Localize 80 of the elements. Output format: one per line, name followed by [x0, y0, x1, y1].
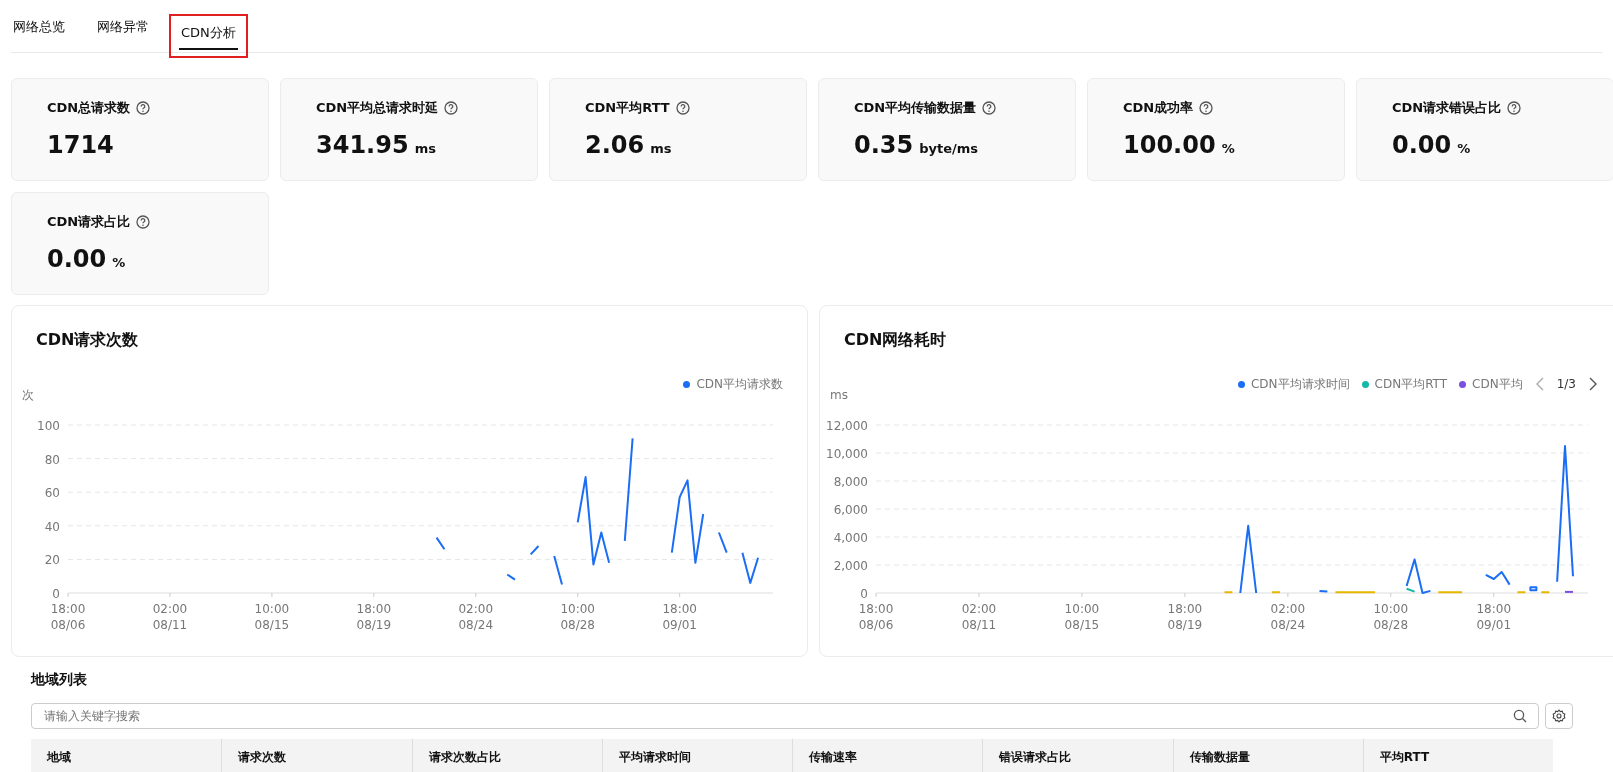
metric-unit: % [112, 255, 126, 270]
metric-label: CDN平均总请求时延 [316, 99, 439, 117]
legend-page: 1/3 [1556, 377, 1576, 391]
x-tick-label: 10:00 08/15 [254, 602, 290, 632]
x-tick-label: 02:00 08/24 [1270, 602, 1306, 632]
metric-value: 1714 [47, 131, 114, 159]
metric-unit: % [1457, 141, 1471, 156]
settings-button[interactable] [1545, 703, 1573, 729]
help-icon[interactable] [982, 101, 997, 115]
legend-item[interactable]: CDN平均RTT [1361, 375, 1448, 393]
metric-value: 0.35 [854, 131, 914, 159]
metric-unit: byte/ms [919, 141, 979, 156]
help-icon[interactable] [675, 101, 690, 115]
y-axis-unit: 次 [22, 388, 34, 402]
y-tick-label: 10,000 [826, 447, 868, 461]
tab[interactable]: 网络总览 [11, 16, 77, 52]
column-header[interactable]: 传输数据量 [1172, 739, 1363, 772]
y-tick-label: 40 [44, 519, 60, 534]
column-header[interactable]: 传输速率 [792, 739, 983, 772]
column-header[interactable]: 错误请求占比 [982, 739, 1173, 772]
metric-value: 0.00 [1392, 131, 1452, 159]
column-header[interactable]: 平均请求时间 [601, 739, 792, 772]
section-title: 地域列表 [31, 671, 88, 689]
help-icon[interactable] [444, 101, 459, 115]
metric-unit: % [1221, 141, 1235, 156]
y-tick-label: 20 [44, 553, 60, 568]
y-tick-label: 12,000 [826, 419, 868, 433]
y-tick-label: 0 [860, 587, 868, 601]
help-icon[interactable] [136, 215, 151, 229]
search-icon[interactable] [1513, 709, 1527, 723]
metric-label: CDN请求错误占比 [1392, 99, 1502, 117]
chart-title: CDN网络耗时 [844, 330, 948, 351]
help-icon[interactable] [136, 101, 151, 115]
settings-icon [1552, 709, 1566, 723]
y-tick-label: 60 [44, 486, 60, 501]
column-header[interactable]: 请求次数 [221, 739, 412, 772]
column-header[interactable]: 平均RTT [1362, 739, 1553, 772]
x-tick-label: 02:00 08/11 [152, 602, 188, 632]
column-header[interactable]: 地域 [31, 739, 222, 772]
y-tick-label: 0 [52, 587, 60, 601]
metric-label: CDN请求占比 [47, 213, 131, 231]
metric-unit: ms [414, 141, 436, 156]
x-tick-label: 18:00 08/06 [858, 602, 894, 632]
x-tick-label: 18:00 09/01 [662, 602, 697, 632]
y-tick-label: 8,000 [833, 475, 868, 489]
y-tick-label: 2,000 [833, 559, 868, 573]
metric-value: 341.95 [316, 131, 409, 159]
y-axis-unit: ms [830, 388, 848, 402]
x-tick-label: 10:00 08/28 [560, 602, 596, 632]
metric-value: 2.06 [585, 131, 645, 159]
y-tick-label: 6,000 [833, 503, 868, 517]
y-tick-label: 80 [44, 452, 60, 467]
metric-label: CDN总请求数 [47, 99, 131, 117]
legend-item[interactable]: CDN平均请求时间 [1237, 375, 1350, 393]
x-tick-label: 02:00 08/24 [458, 602, 494, 632]
metric-label: CDN平均传输数据量 [854, 99, 977, 117]
tab[interactable]: 网络异常 [85, 16, 161, 52]
x-tick-label: 10:00 08/15 [1064, 602, 1100, 632]
metric-unit: ms [650, 141, 672, 156]
metric-label: CDN平均RTT [585, 99, 670, 117]
column-header[interactable]: 请求次数占比 [411, 739, 602, 772]
legend-item[interactable]: CDN平均 [1459, 375, 1523, 393]
legend-item[interactable]: CDN平均请求数 [683, 375, 783, 393]
metric-label: CDN成功率 [1123, 99, 1194, 117]
x-tick-label: 18:00 09/01 [1476, 602, 1512, 632]
chevron-right-icon[interactable] [1588, 376, 1598, 392]
x-tick-label: 18:00 08/19 [1167, 602, 1203, 632]
y-tick-label: 100 [37, 419, 60, 433]
x-tick-label: 10:00 08/28 [1373, 602, 1409, 632]
help-icon[interactable] [1507, 101, 1522, 115]
search-field[interactable]: 请输入关键字搜索 [31, 703, 1539, 729]
metric-value: 100.00 [1123, 131, 1216, 159]
tab[interactable]: CDN分析 [169, 14, 248, 58]
x-tick-label: 18:00 08/19 [356, 602, 392, 632]
metric-value: 0.00 [47, 245, 107, 273]
help-icon[interactable] [1199, 101, 1214, 115]
chart-title: CDN请求次数 [36, 330, 140, 351]
x-tick-label: 02:00 08/11 [961, 602, 997, 632]
x-tick-label: 18:00 08/06 [50, 602, 86, 632]
y-tick-label: 4,000 [833, 531, 868, 545]
